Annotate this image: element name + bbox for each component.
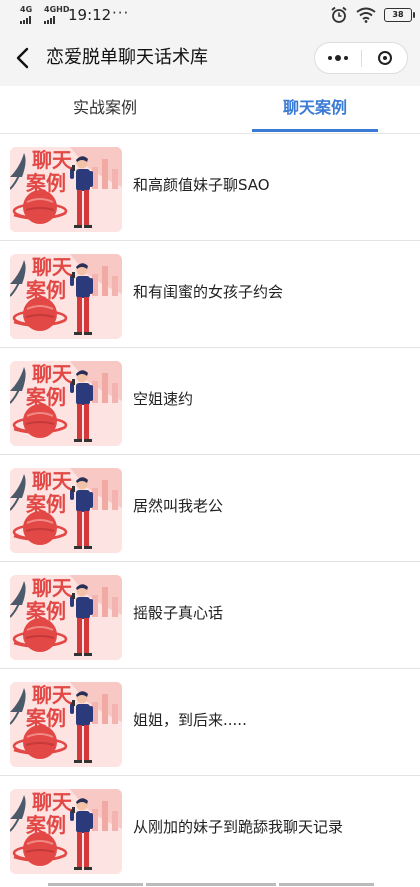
- signal-4g-icon: 4G: [20, 6, 34, 24]
- list-item[interactable]: 聊天 案例 从刚加的妹子到跪舔我聊天记录: [0, 776, 420, 883]
- tab-bar: 实战案例 聊天案例: [0, 86, 420, 134]
- case-thumbnail: 聊天 案例: [10, 682, 122, 767]
- case-title: 和高颜值妹子聊SAO: [133, 176, 270, 194]
- more-dots-icon[interactable]: [315, 43, 361, 73]
- mini-program-capsule: [314, 42, 408, 74]
- tab-chat-cases[interactable]: 聊天案例: [210, 86, 420, 133]
- thumbnail-title-line2: 案例: [26, 278, 66, 302]
- list-item[interactable]: 聊天 案例 空姐速约: [0, 348, 420, 455]
- active-tab-indicator: [252, 129, 378, 132]
- target-close-icon[interactable]: [362, 43, 408, 73]
- thumbnail-title: 聊天 案例: [26, 149, 72, 195]
- thumbnail-title-line2: 案例: [26, 813, 66, 837]
- thumbnail-title-line2: 案例: [26, 385, 66, 409]
- thumbnail-title: 聊天 案例: [26, 577, 72, 623]
- signal-bars-icon: [44, 16, 55, 24]
- thumbnail-title-line1: 聊天: [32, 362, 72, 386]
- case-list: 聊天 案例 和高颜值妹子聊SAO 聊天 案例 和有闺蜜的女孩子约会 聊天 案例 …: [0, 134, 420, 883]
- thumbnail-title-line1: 聊天: [32, 469, 72, 493]
- thumbnail-title: 聊天 案例: [26, 363, 72, 409]
- page-title: 恋爱脱单聊天话术库: [46, 47, 208, 68]
- thumbnail-title-line1: 聊天: [32, 683, 72, 707]
- thumbnail-title-line2: 案例: [26, 599, 66, 623]
- case-thumbnail: 聊天 案例: [10, 254, 122, 339]
- tab-practice-cases[interactable]: 实战案例: [0, 86, 210, 133]
- case-thumbnail: 聊天 案例: [10, 468, 122, 553]
- list-item[interactable]: 聊天 案例 居然叫我老公: [0, 455, 420, 562]
- case-title: 从刚加的妹子到跪舔我聊天记录: [133, 818, 344, 836]
- thumbnail-title-line1: 聊天: [32, 790, 72, 814]
- notification-dots: ···: [112, 4, 130, 22]
- status-bar: 4G 4GHD 19:12 ··· 38: [0, 0, 420, 30]
- thumbnail-title: 聊天 案例: [26, 684, 72, 730]
- list-item[interactable]: 聊天 案例 和高颜值妹子聊SAO: [0, 134, 420, 241]
- thumbnail-title: 聊天 案例: [26, 791, 72, 837]
- list-item[interactable]: 聊天 案例 和有闺蜜的女孩子约会: [0, 241, 420, 348]
- case-title: 居然叫我老公: [133, 497, 224, 515]
- thumbnail-title-line2: 案例: [26, 492, 66, 516]
- thumbnail-title: 聊天 案例: [26, 470, 72, 516]
- case-thumbnail: 聊天 案例: [10, 789, 122, 874]
- case-title: 摇骰子真心话: [133, 604, 224, 622]
- battery-icon: 38: [384, 8, 415, 22]
- thumbnail-title: 聊天 案例: [26, 256, 72, 302]
- status-time: 19:12: [68, 6, 112, 24]
- list-item[interactable]: 聊天 案例 姐姐，到后来.....: [0, 669, 420, 776]
- case-title: 姐姐，到后来.....: [133, 711, 247, 729]
- thumbnail-title-line2: 案例: [26, 171, 66, 195]
- case-thumbnail: 聊天 案例: [10, 147, 122, 232]
- signal-bars-icon: [20, 16, 31, 24]
- thumbnail-title-line1: 聊天: [32, 148, 72, 172]
- case-thumbnail: 聊天 案例: [10, 575, 122, 660]
- thumbnail-title-line1: 聊天: [32, 576, 72, 600]
- list-item[interactable]: 聊天 案例 摇骰子真心话: [0, 562, 420, 669]
- case-title: 和有闺蜜的女孩子约会: [133, 283, 284, 301]
- network-type-label: 4G: [20, 5, 33, 14]
- wifi-icon: [356, 7, 376, 23]
- chevron-left-icon[interactable]: [12, 44, 36, 72]
- signal-4ghd-icon: 4GHD: [44, 6, 69, 24]
- nav-bar: 恋爱脱单聊天话术库: [0, 30, 420, 86]
- thumbnail-title-line1: 聊天: [32, 255, 72, 279]
- network-type-label: 4GHD: [44, 5, 70, 14]
- bottom-edge: [0, 879, 420, 887]
- alarm-icon: [331, 6, 347, 23]
- case-thumbnail: 聊天 案例: [10, 361, 122, 446]
- thumbnail-title-line2: 案例: [26, 706, 66, 730]
- case-title: 空姐速约: [133, 390, 194, 408]
